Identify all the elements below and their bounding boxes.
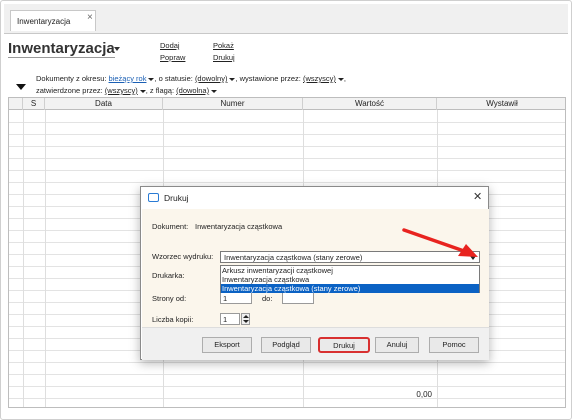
filter-flag-label: , z flagą: — [145, 86, 175, 95]
help-button[interactable]: Pomoc — [429, 337, 479, 353]
grid-row-line — [9, 134, 565, 135]
show-link[interactable]: Pokaż — [213, 41, 234, 50]
grid-header-cell — [9, 98, 23, 110]
copies-label: Liczba kopii: — [152, 315, 194, 324]
pages-to-label: do: — [262, 294, 273, 303]
dialog-footer: Eksport Podgląd Drukuj Anuluj Pomoc — [142, 327, 489, 360]
document-value: Inwentaryzacja cząstkowa — [195, 222, 283, 231]
dialog-titlebar: Drukuj ✕ — [141, 187, 488, 209]
grid-header: S Data Numer Wartość Wystawił — [9, 98, 565, 110]
pages-from-input[interactable]: 1 — [220, 292, 252, 304]
filter-issuer-label: , wystawione przez: — [235, 74, 301, 83]
preview-button[interactable]: Podgląd — [261, 337, 311, 353]
printer-icon — [148, 193, 159, 202]
column-data[interactable]: Data — [45, 98, 163, 110]
filter-approver-value[interactable]: (wszyscy) — [105, 86, 146, 95]
dialog-title: Drukuj — [164, 193, 189, 203]
total-value: 0,00 — [416, 390, 432, 399]
print-dialog: Drukuj ✕ Dokument: Inwentaryzacja cząstk… — [140, 186, 489, 360]
filter-flag-value[interactable]: (dowolna) — [176, 86, 218, 95]
tab-inwentaryzacja[interactable]: Inwentaryzacja — [10, 10, 96, 31]
template-option[interactable]: Inwentaryzacja cząstkowa — [221, 275, 479, 284]
filter-period-value[interactable]: bieżący rok — [109, 74, 155, 83]
filter-status-label: , o statusie: — [154, 74, 193, 83]
printer-label: Drukarka: — [152, 271, 185, 280]
grid-row-line — [9, 374, 565, 375]
filter-status-value[interactable]: (dowolny) — [195, 74, 236, 83]
grid-row-line — [9, 146, 565, 147]
grid-row-line — [9, 398, 565, 399]
add-link[interactable]: Dodaj — [160, 41, 180, 50]
grid-divider — [45, 110, 46, 407]
print-button[interactable]: Drukuj — [318, 337, 370, 353]
export-button[interactable]: Eksport — [202, 337, 252, 353]
template-option[interactable]: Arkusz inwentaryzacji cząstkowej — [221, 266, 479, 275]
document-label: Dokument: — [152, 222, 189, 231]
pages-to-input[interactable] — [282, 292, 314, 304]
annotation-arrow-icon — [402, 228, 478, 257]
title-chevron-down-icon[interactable] — [114, 47, 120, 51]
grid-row-line — [9, 386, 565, 387]
column-wartosc[interactable]: Wartość — [303, 98, 437, 110]
filter-row-1: Dokumenty z okresu: bieżący rok, o statu… — [36, 74, 347, 83]
filter-approver-label: zatwierdzone przez: — [36, 86, 103, 95]
pages-from-label: Strony od: — [152, 294, 187, 303]
filter-period-label: Dokumenty z okresu: — [36, 74, 107, 83]
filter-issuer-value[interactable]: (wszyscy) — [303, 74, 344, 83]
copies-input[interactable]: 1 — [220, 313, 240, 325]
page-title[interactable]: Inwentaryzacja — [8, 41, 115, 58]
template-option-selected[interactable]: Inwentaryzacja cząstkowa (stany zerowe) — [221, 284, 479, 293]
chevron-down-icon — [211, 89, 218, 93]
filter-row-2: zatwierdzone przez: (wszyscy), z flagą: … — [36, 86, 218, 95]
template-dropdown-list: Arkusz inwentaryzacji cząstkowej Inwenta… — [220, 265, 480, 293]
column-s[interactable]: S — [23, 98, 45, 110]
grid-row-line — [9, 158, 565, 159]
grid-row-line — [9, 182, 565, 183]
cancel-button[interactable]: Anuluj — [375, 337, 419, 353]
grid-row-line — [9, 362, 565, 363]
tab-close-icon[interactable]: × — [87, 12, 93, 23]
print-link[interactable]: Drukuj — [213, 53, 235, 62]
template-label: Wzorzec wydruku: — [152, 252, 214, 261]
edit-link[interactable]: Popraw — [160, 53, 185, 62]
copies-stepper-icon[interactable] — [241, 313, 250, 325]
grid-row-line — [9, 170, 565, 171]
template-selected-value: Inwentaryzacja cząstkowa (stany zerowe) — [224, 253, 363, 262]
tab-label: Inwentaryzacja — [17, 17, 71, 26]
close-icon[interactable]: ✕ — [473, 190, 482, 203]
expand-filters-icon[interactable] — [16, 84, 26, 90]
column-wystawil[interactable]: Wystawił — [437, 98, 565, 110]
grid-row-line — [9, 122, 565, 123]
column-numer[interactable]: Numer — [163, 98, 303, 110]
grid-divider — [23, 110, 24, 407]
